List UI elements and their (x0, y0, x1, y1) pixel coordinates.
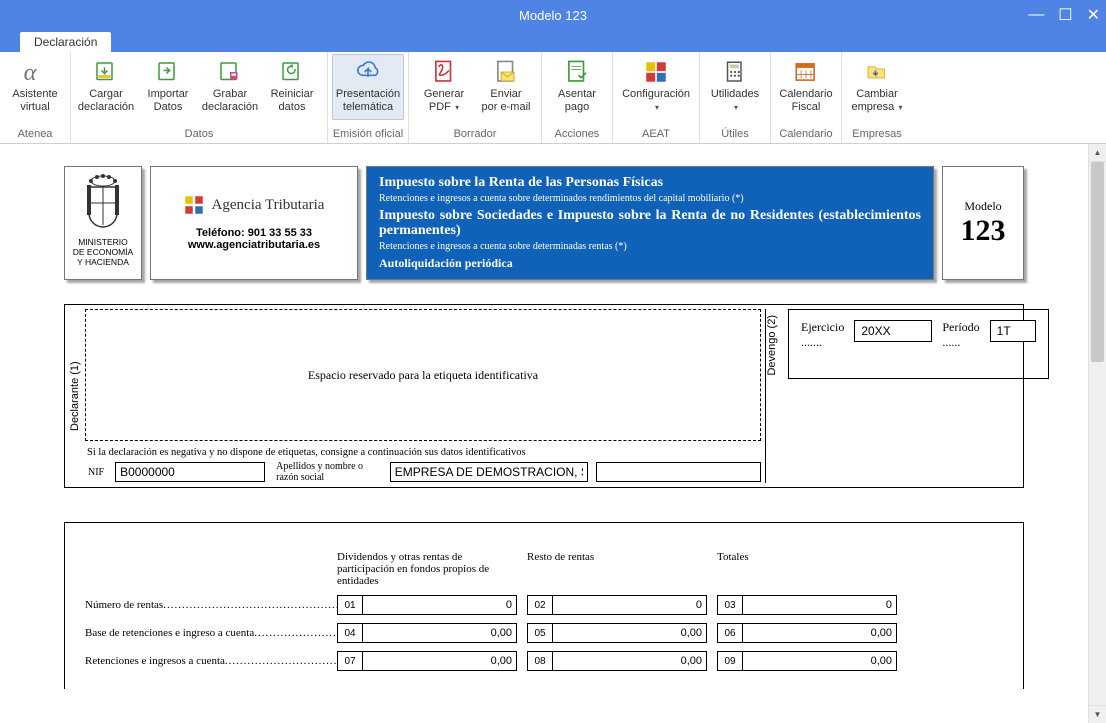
dropdown-caret-icon: ▾ (453, 103, 459, 112)
cell-07-input[interactable] (363, 652, 516, 670)
col-header-totales: Totales (717, 551, 897, 587)
header-tax-description: Impuesto sobre la Renta de las Personas … (366, 166, 934, 280)
tab-declaracion[interactable]: Declaración (20, 32, 111, 52)
group-label-empresas: Empresas (846, 126, 908, 143)
extra-id-input[interactable] (596, 462, 761, 482)
pdf-icon (428, 58, 460, 86)
svg-text:α: α (24, 59, 38, 86)
nif-label: NIF (85, 467, 107, 478)
title-bar: Modelo 123 — ☐ ✕ (0, 0, 1106, 30)
ejercicio-label: Ejercicio ....... (801, 320, 844, 350)
maximize-button[interactable]: ☐ (1058, 5, 1072, 25)
group-label-datos: Datos (75, 126, 323, 143)
header-model-box: Modelo 123 (942, 166, 1024, 280)
save-icon (214, 58, 246, 86)
row-numero-rentas: Número de rentas 01 02 03 (85, 595, 1003, 615)
scroll-thumb[interactable] (1091, 162, 1104, 362)
dropdown-caret-icon: ▾ (896, 103, 902, 112)
header-agency-box: Agencia Tributaria Teléfono: 901 33 55 3… (150, 166, 358, 280)
cell-08-input[interactable] (553, 652, 706, 670)
importar-datos-button[interactable]: Importar Datos (137, 54, 199, 120)
cell-04-input[interactable] (363, 624, 516, 642)
nif-input[interactable] (115, 462, 265, 482)
group-label-calendario: Calendario (775, 126, 837, 143)
group-label-acciones: Acciones (546, 126, 608, 143)
cloud-upload-icon (352, 58, 384, 86)
header-ministry-box: MINISTERIO DE ECONOMÍA Y HACIENDA (64, 166, 142, 280)
reiniciar-datos-button[interactable]: Reiniciar datos (261, 54, 323, 120)
cell-03-input[interactable] (743, 596, 896, 614)
vertical-scrollbar[interactable]: ▲ ▼ (1088, 144, 1106, 723)
calendario-fiscal-button[interactable]: Calendario Fiscal (775, 54, 837, 120)
devengo-sidelabel: Devengo (2) (766, 309, 784, 382)
group-label-borrador: Borrador (413, 126, 537, 143)
ejercicio-input[interactable] (854, 320, 932, 342)
email-icon (490, 58, 522, 86)
reset-icon (276, 58, 308, 86)
cell-02-input[interactable] (553, 596, 706, 614)
col-header-dividendos: Dividendos y otras rentas de participaci… (337, 551, 517, 587)
group-label-emision: Emisión oficial (332, 126, 404, 143)
ministry-label: MINISTERIO DE ECONOMÍA Y HACIENDA (73, 237, 133, 267)
section-rentas: Dividendos y otras rentas de participaci… (64, 522, 1024, 689)
folder-open-icon (90, 58, 122, 86)
row-base-retenciones: Base de retenciones e ingreso a cuenta 0… (85, 623, 1003, 643)
periodo-input[interactable] (990, 320, 1036, 342)
group-label-atenea: Atenea (4, 126, 66, 143)
agency-title: Agencia Tributaria (212, 197, 325, 214)
crest-icon (79, 173, 127, 231)
cell-09-input[interactable] (743, 652, 896, 670)
window-title: Modelo 123 (519, 8, 587, 23)
scroll-down-icon[interactable]: ▼ (1089, 705, 1106, 723)
agency-phone: Teléfono: 901 33 55 33 (196, 227, 312, 239)
utilidades-button[interactable]: Utilidades ▾ (704, 54, 766, 120)
grabar-declaracion-button[interactable]: Grabar declaración (199, 54, 261, 120)
import-icon (152, 58, 184, 86)
calculator-icon (719, 58, 751, 86)
tab-strip: Declaración (0, 30, 1106, 52)
aeat-logo-icon (184, 195, 204, 215)
presentacion-telematica-button[interactable]: Presentación telemática (332, 54, 404, 120)
enviar-email-button[interactable]: Enviar por e-mail (475, 54, 537, 120)
declarante-sidelabel: Declarante (1) (69, 309, 81, 483)
group-label-utiles: Útiles (704, 126, 766, 143)
dropdown-caret-icon: ▾ (655, 103, 659, 112)
row-retenciones-ingresos: Retenciones e ingresos a cuenta 07 08 09 (85, 651, 1003, 671)
nota-negativa: Si la declaración es negativa y no dispo… (87, 447, 761, 458)
dropdown-caret-icon: ▾ (734, 103, 738, 112)
periodo-label: Período ...... (942, 320, 979, 350)
folder-switch-icon (861, 58, 893, 86)
alpha-icon: α (19, 58, 51, 86)
razon-social-label: Apellidos y nombre o razón social (273, 461, 382, 483)
asentar-pago-button[interactable]: Asentar pago (546, 54, 608, 120)
cell-05-input[interactable] (553, 624, 706, 642)
configuracion-button[interactable]: Configuración ▾ (617, 54, 695, 120)
col-header-resto: Resto de rentas (527, 551, 707, 587)
calendar-icon (790, 58, 822, 86)
cargar-declaracion-button[interactable]: Cargar declaración (75, 54, 137, 120)
cell-06-input[interactable] (743, 624, 896, 642)
cambiar-empresa-button[interactable]: Cambiar empresa ▾ (846, 54, 908, 120)
cell-01-input[interactable] (363, 596, 516, 614)
group-label-aeat: AEAT (617, 126, 695, 143)
etiqueta-identificativa-box: Espacio reservado para la etiqueta ident… (85, 309, 761, 441)
agency-url: www.agenciatributaria.es (188, 239, 320, 251)
scroll-track[interactable] (1089, 162, 1106, 705)
close-button[interactable]: ✕ (1087, 5, 1100, 25)
generar-pdf-button[interactable]: Generar PDF ▾ (413, 54, 475, 120)
scroll-up-icon[interactable]: ▲ (1089, 144, 1106, 162)
ribbon: α Asistente virtual Atenea Cargar declar… (0, 52, 1106, 144)
ledger-icon (561, 58, 593, 86)
minimize-button[interactable]: — (1028, 6, 1044, 24)
asistente-virtual-button[interactable]: α Asistente virtual (4, 54, 66, 120)
razon-social-input[interactable] (390, 462, 588, 482)
section-declarante-devengo: Declarante (1) Espacio reservado para la… (64, 304, 1024, 488)
aeat-logo-icon (640, 58, 672, 86)
form-viewport: MINISTERIO DE ECONOMÍA Y HACIENDA Agenci… (0, 144, 1088, 723)
